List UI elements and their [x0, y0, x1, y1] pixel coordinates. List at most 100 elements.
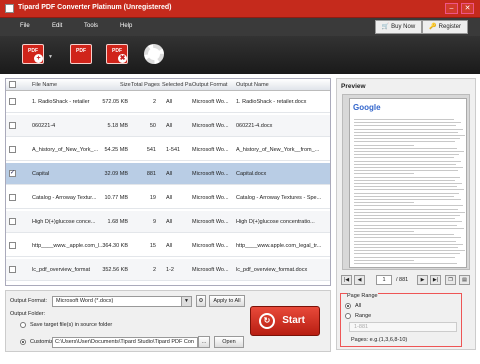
preview-text-line [354, 250, 465, 252]
preview-text-line [354, 237, 461, 239]
range-custom-radio[interactable] [345, 313, 351, 319]
preview-text-line [354, 234, 454, 236]
row-checkbox[interactable] [9, 218, 16, 225]
cell-format: Microsoft Wo... [192, 267, 229, 273]
cell-size: 10.77 MB [104, 195, 128, 201]
row-checkbox[interactable] [9, 266, 16, 273]
cell-pages: 541 [146, 147, 156, 153]
page-total: / 881 [396, 277, 409, 283]
open-folder-button[interactable]: Open [214, 336, 244, 348]
page-range-group: Page Range All Range 1-881 Pages: e.g.(1… [340, 293, 462, 347]
table-row[interactable]: High D(+)glucose conce... 1.68 MB 9 All Micr… [6, 211, 330, 233]
preview-text-line [354, 224, 457, 226]
pdf-edit-icon: PDF [70, 44, 92, 64]
cart-icon: 🛒 [381, 24, 390, 30]
remove-file-button[interactable]: PDF ✖ [106, 42, 132, 68]
col-size[interactable]: Size [120, 82, 131, 88]
cell-pages: 2 [152, 267, 156, 273]
apply-to-all-button[interactable]: Apply to All [209, 295, 245, 307]
close-button[interactable]: ✕ [461, 3, 474, 14]
first-page-button[interactable]: |◀ [341, 275, 352, 285]
row-checkbox[interactable]: ✓ [9, 170, 16, 177]
page-number-input[interactable]: 1 [376, 275, 392, 285]
cell-format: Microsoft Wo... [192, 147, 229, 153]
preview-text-line [354, 128, 463, 130]
cell-output: http____www.apple.com_legal_tr... [236, 243, 322, 249]
preview-text-line [354, 183, 462, 184]
cell-pages: 881 [146, 171, 156, 177]
edit-file-button[interactable]: PDF [70, 42, 96, 68]
start-button[interactable]: ↻ Start [250, 306, 320, 336]
preview-text-line [354, 163, 456, 165]
settings-button[interactable] [142, 42, 168, 68]
cell-size: 352.56 KB [102, 267, 128, 273]
menu-help[interactable]: Help [120, 23, 132, 29]
preview-text-line [354, 135, 465, 136]
cell-output: Capital.docx [236, 171, 267, 177]
col-file-name[interactable]: File Name [32, 82, 57, 88]
cell-selected: All [166, 195, 173, 201]
row-checkbox[interactable] [9, 122, 16, 129]
range-hint: Pages: e.g.(1,3,6,8-10) [351, 337, 408, 343]
next-page-button[interactable]: ▶ [417, 275, 428, 285]
table-row[interactable]: lc_pdf_overview_format 352.56 KB 2 1-2 Micro… [6, 259, 330, 281]
prev-page-button[interactable]: ◀ [354, 275, 365, 285]
preview-page: Google [349, 98, 467, 268]
dropdown-arrow-icon[interactable]: ▼ [48, 54, 53, 60]
preview-text-line [354, 186, 457, 188]
preview-text-line [354, 205, 463, 207]
folder-icon[interactable]: ▤ [459, 275, 470, 285]
buy-now-button[interactable]: 🛒 Buy Now [374, 20, 423, 34]
format-settings-button[interactable]: ⚙ [196, 295, 206, 307]
cell-output: Catalog - Arroway Textures - Spe... [236, 195, 322, 201]
row-checkbox[interactable] [9, 146, 16, 153]
customize-radio[interactable] [20, 339, 26, 345]
preview-text-line [354, 195, 454, 197]
table-row[interactable]: ✓ Capital 32.09 MB 881 All Microsoft Wo... Cap… [6, 163, 330, 185]
cell-output: 1. RadioShack - retailer.docx [236, 99, 307, 105]
col-output-name[interactable]: Output Name [236, 82, 269, 88]
register-button[interactable]: 🔑 Register [422, 20, 468, 34]
table-row[interactable]: A_history_of_New_York_... 54.25 MB 541 1-54… [6, 139, 330, 161]
table-row[interactable]: http____www._apple.com_l... 364.30 KB 15 Al… [6, 235, 330, 257]
add-file-button[interactable]: PDF + ▼ [22, 42, 53, 68]
preview-text-line [354, 141, 455, 143]
plus-badge: + [34, 54, 43, 63]
table-row[interactable]: 1. RadioShack - retailer 572.05 KB 2 All Mic… [6, 91, 330, 113]
cell-size: 5.18 MB [107, 123, 128, 129]
menu-edit[interactable]: Edit [52, 23, 62, 29]
preview-text-line [354, 122, 461, 124]
range-input[interactable]: 1-881 [349, 322, 457, 332]
preview-text-line [354, 189, 464, 191]
copy-icon[interactable]: ❐ [445, 275, 456, 285]
table-row[interactable]: 060221-4 5.18 MB 50 All Microsoft Wo... 06022… [6, 115, 330, 137]
cell-format: Microsoft Wo... [192, 219, 229, 225]
select-all-checkbox[interactable] [9, 81, 16, 88]
row-checkbox[interactable] [9, 194, 16, 201]
col-total-pages[interactable]: Total Pages [131, 82, 160, 88]
chevron-down-icon: ▼ [181, 297, 191, 306]
window-title: Tipard PDF Converter Platinum (Unregiste… [18, 4, 172, 11]
menu-file[interactable]: File [20, 23, 30, 29]
row-checkbox[interactable] [9, 98, 16, 105]
preview-text-line [354, 227, 464, 229]
row-checkbox[interactable] [9, 242, 16, 249]
preview-text-line [354, 208, 458, 210]
last-page-button[interactable]: ▶| [430, 275, 441, 285]
save-source-radio[interactable] [20, 322, 26, 328]
cell-format: Microsoft Wo... [192, 171, 229, 177]
menu-tools[interactable]: Tools [84, 23, 98, 29]
col-output-format[interactable]: Output Format [192, 82, 227, 88]
minimize-button[interactable]: – [445, 3, 458, 14]
preview-text-line [354, 199, 461, 200]
preview-text-line [354, 173, 414, 175]
cell-size: 364.30 KB [102, 243, 128, 249]
output-format-select[interactable]: Microsoft Word (*.docx) ▼ [52, 296, 192, 307]
browse-button[interactable]: ... [198, 336, 210, 348]
col-selected-pages[interactable]: Selected Pa [162, 82, 192, 88]
table-row[interactable]: Catalog - Arroway Textur... 10.77 MB 19 All… [6, 187, 330, 209]
output-path-field[interactable]: C:\Users\User\Documents\Tipard Studio\Ti… [52, 337, 198, 348]
cell-pages: 19 [149, 195, 156, 201]
preview-text-line [354, 154, 459, 156]
range-all-radio[interactable] [345, 303, 351, 309]
